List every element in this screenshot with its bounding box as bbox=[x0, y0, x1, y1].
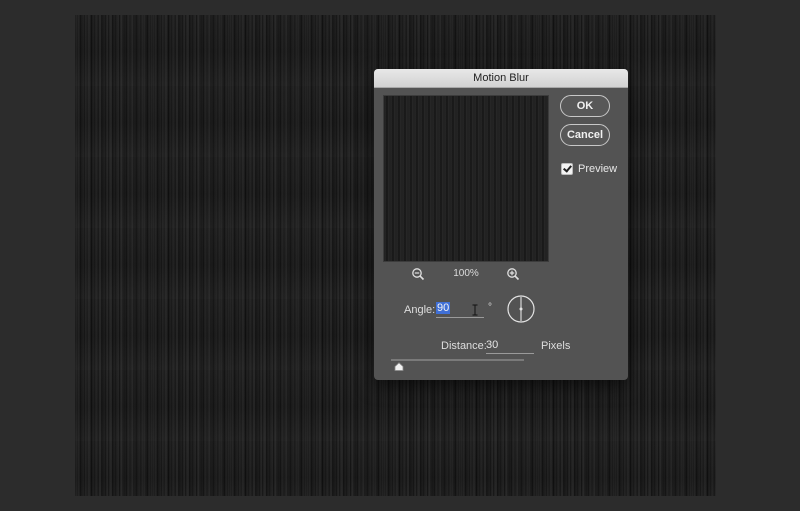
angle-label: Angle: bbox=[404, 304, 436, 316]
preview-checkbox[interactable] bbox=[561, 163, 573, 175]
distance-unit: Pixels bbox=[541, 340, 571, 352]
workspace: Motion Blur OK Cancel Preview 100% Angle… bbox=[0, 0, 800, 511]
slider-thumb-icon[interactable] bbox=[394, 362, 404, 371]
dialog-title: Motion Blur bbox=[374, 69, 628, 88]
preview-label: Preview bbox=[578, 163, 618, 175]
zoom-level: 100% bbox=[453, 268, 479, 279]
text-cursor-icon bbox=[472, 304, 478, 316]
zoom-out-icon[interactable] bbox=[411, 267, 425, 281]
filter-preview-area[interactable] bbox=[383, 95, 549, 262]
zoom-in-icon[interactable] bbox=[506, 267, 520, 281]
cancel-button[interactable]: Cancel bbox=[560, 124, 610, 146]
ok-button[interactable]: OK bbox=[560, 95, 610, 117]
motion-blur-dialog: Motion Blur OK Cancel Preview 100% Angle… bbox=[374, 69, 628, 380]
angle-dial-icon[interactable] bbox=[506, 294, 536, 324]
angle-unit: ° bbox=[488, 302, 492, 313]
distance-slider-track[interactable] bbox=[391, 359, 524, 361]
distance-input[interactable]: 30 bbox=[486, 338, 534, 354]
angle-value: 90 bbox=[436, 302, 451, 314]
distance-label: Distance: bbox=[441, 340, 487, 352]
preview-checkbox-row[interactable]: Preview bbox=[561, 163, 617, 175]
